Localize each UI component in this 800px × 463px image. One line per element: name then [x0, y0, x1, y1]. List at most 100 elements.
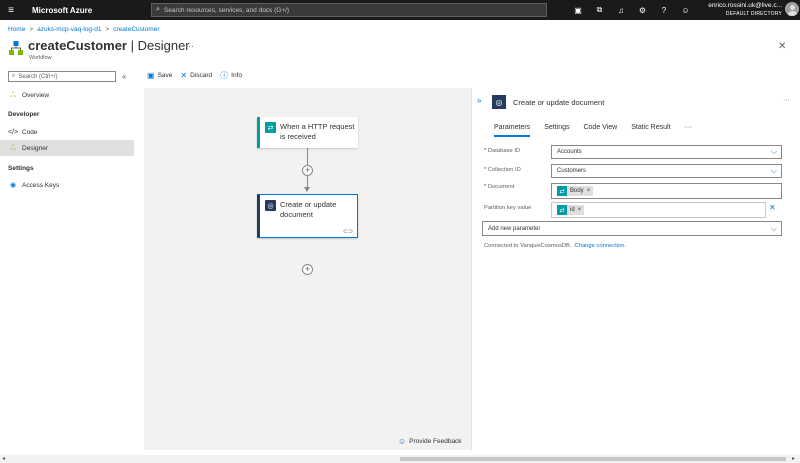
sidebar-section-developer: Developer — [8, 111, 40, 118]
flow-connector — [307, 148, 308, 165]
http-request-icon: ⇄ — [557, 205, 567, 215]
remove-parameter-icon[interactable]: ✕ — [769, 203, 776, 212]
connection-info: Connected to VanquisCosmosDB. Change conn… — [484, 243, 627, 249]
account-directory: DEFAULT DIRECTORY — [725, 11, 782, 17]
remove-token-icon[interactable]: × — [587, 188, 591, 194]
tab-parameters[interactable]: Parameters — [494, 124, 531, 137]
tab-static-result[interactable]: Static Result — [631, 124, 670, 137]
info-icon: ⓘ — [220, 71, 229, 80]
breadcrumb-separator: > — [29, 26, 34, 33]
add-step-button[interactable]: + — [302, 264, 313, 275]
breadcrumb: Home > azuks-mcp-vaq-log-d1 > createCust… — [8, 26, 160, 33]
dynamic-content-token[interactable]: ⇄ id × — [557, 205, 585, 215]
expand-panel-icon[interactable]: » — [477, 96, 481, 105]
scroll-right-icon[interactable]: ▸ — [792, 455, 795, 462]
close-icon[interactable]: ✕ — [778, 41, 786, 52]
brand-name[interactable]: Microsoft Azure — [32, 6, 150, 15]
sidebar-item-code[interactable]: </> Code — [0, 124, 134, 140]
global-search-placeholder: Search resources, services, and docs (G+… — [163, 6, 290, 14]
discard-button[interactable]: ✕ Discard — [180, 71, 212, 80]
create-document-card[interactable]: ◎ Create or update document ⊂⊃ — [257, 194, 358, 238]
action-title: Create or update document — [280, 200, 337, 219]
document-label: * Document — [484, 184, 515, 190]
save-icon: ▣ — [147, 71, 155, 80]
account-email: enrico.rossini.uk@live.c... — [708, 2, 782, 9]
chevron-down-icon: ⌵ — [770, 224, 777, 233]
add-new-parameter-select[interactable]: Add new parameter ⌵ — [482, 221, 782, 236]
cosmos-db-icon: ◎ — [492, 95, 506, 109]
workflow-icon: ஃ — [10, 144, 16, 152]
sidebar: ⌕ Search (Ctrl+/) « ஃ Overview Developer… — [0, 68, 134, 458]
http-request-icon: ⇄ — [265, 122, 276, 133]
globe-icon: ◉ — [9, 182, 17, 189]
http-trigger-card[interactable]: ⇄ When a HTTP request is received — [257, 117, 358, 148]
help-icon[interactable]: ? — [654, 0, 674, 20]
chevron-down-icon: ⌵ — [770, 166, 777, 175]
panel-title: Create or update document — [513, 98, 605, 107]
save-button[interactable]: ▣ Save — [147, 71, 172, 80]
search-icon: ⌕ — [156, 6, 160, 13]
more-options-icon[interactable]: ··· — [185, 41, 194, 51]
action-details-panel: » ◎ Create or update document ··· Parame… — [471, 88, 800, 450]
cloud-shell-icon[interactable]: ▣ — [568, 0, 588, 20]
tab-code-view[interactable]: Code View — [583, 124, 617, 137]
remove-token-icon[interactable]: × — [578, 207, 582, 213]
cosmos-db-icon: ◎ — [265, 200, 276, 211]
top-bar: ≡ Microsoft Azure ⌕ Search resources, se… — [0, 0, 800, 20]
global-search-input[interactable]: ⌕ Search resources, services, and docs (… — [151, 3, 547, 17]
workflow-icon: ஃ — [10, 91, 16, 99]
tab-more[interactable]: ··· — [685, 124, 692, 137]
sidebar-item-overview[interactable]: ஃ Overview — [0, 87, 134, 103]
partition-key-field[interactable]: ⇄ id × — [551, 202, 766, 218]
collection-id-select[interactable]: Customers ⌵ — [551, 164, 782, 178]
chevron-down-icon: ⌵ — [770, 147, 777, 156]
designer-toolbar: ▣ Save ✕ Discard ⓘ Info — [147, 70, 250, 81]
sidebar-item-designer[interactable]: ஃ Designer — [0, 140, 134, 156]
collection-id-label: * Collection ID — [484, 167, 521, 173]
menu-icon[interactable]: ≡ — [0, 0, 22, 20]
sidebar-item-label: Access Keys — [22, 181, 60, 189]
sidebar-section-settings: Settings — [8, 165, 34, 172]
database-id-select[interactable]: Accounts ⌵ — [551, 145, 782, 159]
avatar[interactable] — [785, 2, 799, 16]
sidebar-search-input[interactable]: ⌕ Search (Ctrl+/) — [8, 71, 116, 82]
workflow-icon — [9, 41, 23, 55]
tab-settings[interactable]: Settings — [544, 124, 569, 137]
account-info[interactable]: enrico.rossini.uk@live.c... DEFAULT DIRE… — [690, 2, 782, 18]
horizontal-scrollbar[interactable]: ◂ ▸ — [0, 455, 800, 463]
trigger-title: When a HTTP request is received — [280, 122, 355, 141]
settings-gear-icon[interactable]: ⚙ — [633, 0, 653, 20]
partition-key-label: Partition key value — [484, 205, 532, 211]
page-title: createCustomer | Designer — [28, 38, 190, 53]
sidebar-item-label: Code — [22, 128, 38, 136]
collapse-sidebar-button[interactable]: « — [122, 72, 126, 81]
breadcrumb-home[interactable]: Home — [8, 26, 25, 33]
scrollbar-thumb[interactable] — [400, 457, 786, 461]
page-header: createCustomer | Designer — [8, 38, 190, 56]
more-options-icon[interactable]: ··· — [783, 97, 790, 104]
sidebar-item-label: Designer — [22, 144, 49, 152]
directory-filter-icon[interactable]: ⧉ — [590, 0, 610, 20]
search-icon: ⌕ — [12, 73, 16, 79]
provide-feedback-button[interactable]: ☺ Provide Feedback — [398, 437, 462, 446]
breadcrumb-separator: > — [105, 26, 110, 33]
sidebar-item-label: Overview — [22, 91, 50, 99]
sidebar-item-access-keys[interactable]: ◉ Access Keys — [0, 177, 134, 193]
database-id-label: * Database ID — [484, 148, 521, 154]
insert-step-button[interactable]: + — [302, 165, 313, 176]
scroll-left-icon[interactable]: ◂ — [2, 455, 5, 462]
page-subtitle: Workflow — [29, 55, 52, 61]
breadcrumb-logic-app[interactable]: azuks-mcp-vaq-log-d1 — [37, 26, 101, 33]
change-connection-link[interactable]: Change connection. — [575, 243, 627, 249]
feedback-icon: ☺ — [398, 437, 407, 446]
connection-link-icon: ⊂⊃ — [342, 229, 353, 235]
document-field[interactable]: ⇄ Body × — [551, 183, 782, 199]
flow-connector — [307, 176, 308, 187]
dynamic-content-token[interactable]: ⇄ Body × — [557, 186, 594, 196]
code-icon: </> — [8, 128, 19, 136]
notifications-icon[interactable]: ♫ — [611, 0, 631, 20]
flow-arrow — [304, 187, 310, 192]
panel-tabs: Parameters Settings Code View Static Res… — [494, 124, 706, 137]
breadcrumb-workflow[interactable]: createCustomer — [113, 26, 159, 33]
info-button[interactable]: ⓘ Info — [220, 70, 242, 81]
